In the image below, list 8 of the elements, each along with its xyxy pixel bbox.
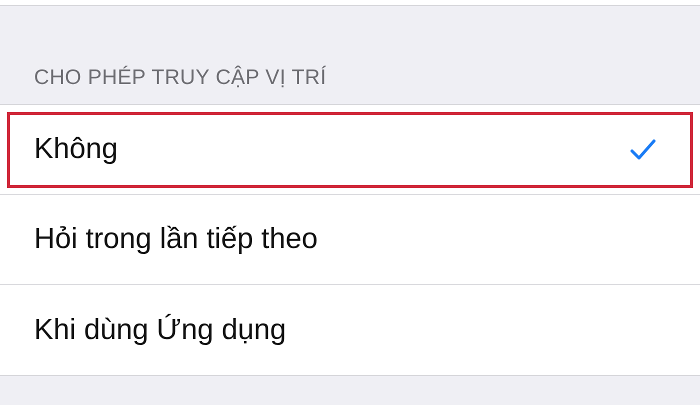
option-row[interactable]: Hỏi trong lần tiếp theo <box>0 195 700 285</box>
option-label: Hỏi trong lần tiếp theo <box>34 223 318 256</box>
checkmark-icon <box>630 138 656 160</box>
option-row[interactable]: Khi dùng Ứng dụng <box>0 285 700 375</box>
option-row[interactable]: Không <box>0 105 700 195</box>
option-label: Không <box>34 133 118 166</box>
section-header: CHO PHÉP TRUY CẬP VỊ TRÍ <box>33 64 328 91</box>
option-label: Khi dùng Ứng dụng <box>34 314 286 346</box>
